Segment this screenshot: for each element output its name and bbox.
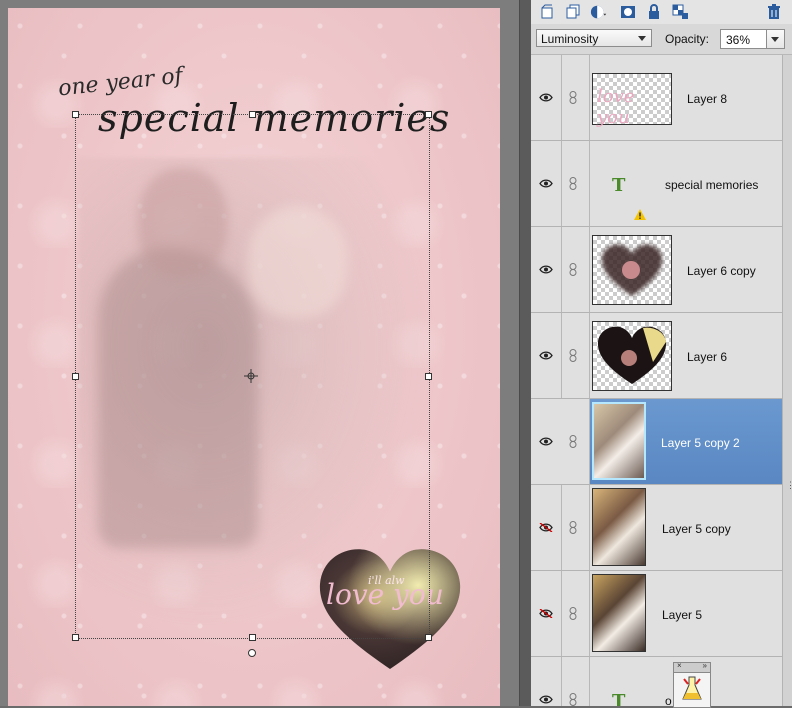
- visibility-toggle[interactable]: [531, 141, 562, 226]
- layer-thumbnail: [592, 321, 672, 391]
- link-toggle[interactable]: [561, 55, 590, 140]
- mini-palette-titlebar[interactable]: × »: [674, 661, 710, 673]
- link-icon: [569, 263, 577, 276]
- trash-icon[interactable]: [765, 3, 783, 21]
- document-canvas[interactable]: one year of special memories i'll alw lo…: [8, 8, 500, 706]
- opacity-value: 36%: [726, 33, 751, 47]
- opacity-label: Opacity:: [665, 32, 710, 46]
- link-toggle[interactable]: [561, 227, 590, 312]
- heart-thumbnail-blurred: [601, 244, 663, 296]
- layer-name: Layer 6: [687, 350, 728, 364]
- visibility-toggle[interactable]: [531, 485, 562, 570]
- eye-icon: [539, 437, 553, 446]
- layer-mask-icon[interactable]: [619, 3, 637, 21]
- layer-row[interactable]: Layer 6: [531, 313, 782, 399]
- layer-name: Layer 5: [662, 608, 703, 622]
- eye-icon: [539, 695, 553, 704]
- layer-row[interactable]: T o ar of: [531, 657, 782, 706]
- blend-options-row: Luminosity Opacity: 36%: [531, 24, 792, 55]
- blend-mode-select[interactable]: Luminosity: [536, 29, 652, 47]
- scroll-grip-icon[interactable]: ⋮: [786, 480, 792, 491]
- layer-thumbnail: love you: [592, 73, 672, 128]
- handle-bottom-right[interactable]: [425, 634, 432, 641]
- expand-icon[interactable]: »: [703, 661, 707, 670]
- eye-icon: [539, 93, 553, 102]
- layer-name: special memories: [665, 178, 759, 192]
- link-icon: [569, 521, 577, 534]
- eye-icon: [539, 351, 553, 360]
- lock-transparency-icon[interactable]: [672, 3, 690, 21]
- handle-top-right[interactable]: [425, 111, 432, 118]
- new-layer-icon[interactable]: [538, 3, 556, 21]
- visibility-toggle[interactable]: [531, 227, 562, 312]
- link-toggle[interactable]: [561, 399, 590, 484]
- layer-row[interactable]: Layer 6 copy: [531, 227, 782, 313]
- link-icon: [569, 177, 577, 190]
- layer-thumbnail: [592, 574, 646, 652]
- layer-row[interactable]: T special memories: [531, 141, 782, 227]
- link-icon: [569, 91, 577, 104]
- eye-icon: [539, 265, 553, 274]
- layers-panel: Luminosity Opacity: 36% love you Layer 8: [531, 0, 792, 706]
- reference-point-icon[interactable]: [244, 369, 258, 383]
- visibility-toggle[interactable]: [531, 571, 562, 656]
- chevron-down-icon: [638, 36, 646, 41]
- link-toggle[interactable]: [561, 657, 590, 706]
- handle-middle-right[interactable]: [425, 373, 432, 380]
- handle-top-left[interactable]: [72, 111, 79, 118]
- handle-bottom-center[interactable]: [249, 634, 256, 641]
- eye-icon: [539, 179, 553, 188]
- text-layer-icon: T: [612, 175, 626, 196]
- link-toggle[interactable]: [561, 141, 590, 226]
- opacity-field[interactable]: 36%: [720, 29, 785, 49]
- layer-name: Layer 6 copy: [687, 264, 756, 278]
- layer-row[interactable]: Layer 5 copy: [531, 485, 782, 571]
- link-toggle[interactable]: [561, 571, 590, 656]
- layer-row-selected[interactable]: Layer 5 copy 2: [531, 399, 782, 485]
- eye-hidden-icon: [539, 609, 553, 618]
- handle-top-center[interactable]: [249, 111, 256, 118]
- blend-mode-value: Luminosity: [541, 32, 599, 46]
- handle-middle-left[interactable]: [72, 373, 79, 380]
- link-toggle[interactable]: [561, 485, 590, 570]
- link-icon: [569, 435, 577, 448]
- visibility-toggle[interactable]: [531, 313, 562, 398]
- eye-hidden-icon: [539, 523, 553, 532]
- layers-list: love you Layer 8 T special memories Laye…: [531, 55, 782, 706]
- adjustment-layer-icon[interactable]: [590, 3, 608, 21]
- link-icon: [569, 607, 577, 620]
- visibility-toggle[interactable]: [531, 55, 562, 140]
- layer-name: Layer 5 copy: [662, 522, 731, 536]
- layers-scrollbar[interactable]: ⋮: [782, 55, 792, 706]
- warning-icon[interactable]: [634, 209, 646, 220]
- layer-name: Layer 8: [687, 92, 728, 106]
- link-icon: [569, 693, 577, 706]
- opacity-dropdown-button[interactable]: [766, 30, 784, 48]
- duplicate-layer-icon[interactable]: [564, 3, 582, 21]
- text-layer-icon: T: [612, 691, 626, 706]
- visibility-toggle[interactable]: [531, 399, 562, 484]
- layer-thumbnail: [592, 402, 646, 480]
- link-icon: [569, 349, 577, 362]
- layers-toolbar: [531, 0, 792, 24]
- rotate-handle[interactable]: [248, 649, 256, 657]
- layer-thumbnail: [592, 235, 672, 305]
- layer-row[interactable]: Layer 5: [531, 571, 782, 657]
- link-toggle[interactable]: [561, 313, 590, 398]
- layer-name: Layer 5 copy 2: [661, 436, 740, 450]
- visibility-toggle[interactable]: [531, 657, 562, 706]
- heart-thumbnail: [597, 326, 667, 384]
- lock-icon[interactable]: [645, 3, 663, 21]
- handle-bottom-left[interactable]: [72, 634, 79, 641]
- layer-thumbnail: [592, 488, 646, 566]
- canvas-area[interactable]: one year of special memories i'll alw lo…: [0, 0, 519, 706]
- close-icon[interactable]: ×: [677, 661, 682, 670]
- mini-palette[interactable]: × »: [673, 661, 711, 708]
- layer-row[interactable]: love you Layer 8: [531, 55, 782, 141]
- flask-icon: [682, 676, 702, 700]
- thumbnail-text-art: love you: [597, 86, 635, 128]
